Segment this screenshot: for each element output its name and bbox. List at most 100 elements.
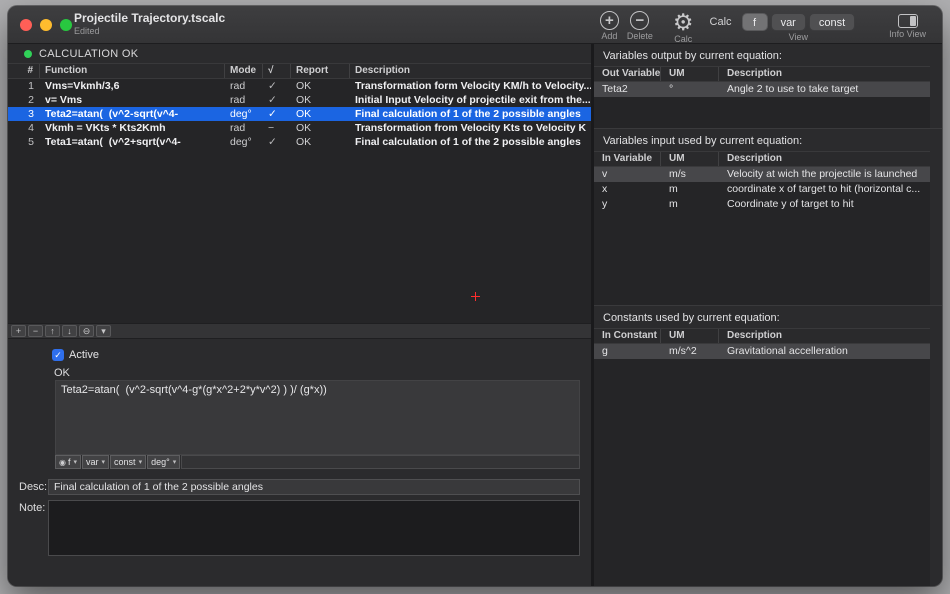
- function-row-num: 3: [28, 108, 34, 120]
- output-variables-section: Variables output by current equation: Ou…: [594, 44, 942, 128]
- const-dropdown[interactable]: const ▾: [110, 455, 147, 469]
- output-table-header: Out Variable UM Description: [594, 66, 930, 82]
- f-dropdown[interactable]: ◉ f ▾: [55, 455, 82, 469]
- active-checkbox[interactable]: ✓: [52, 349, 64, 361]
- function-row-report: OK: [296, 108, 312, 120]
- header-in-variable[interactable]: In Variable: [594, 152, 661, 166]
- function-row-formula: Teta1=atan( (v^2+sqrt(v^4-: [45, 136, 181, 148]
- variable-row[interactable]: v m/s Velocity at wich the projectile is l…: [594, 167, 930, 182]
- move-up-button[interactable]: ↑: [45, 325, 60, 337]
- variable-name: x: [602, 183, 608, 195]
- function-row-report: OK: [296, 94, 312, 106]
- window-title: Projectile Trajectory.tscalc: [74, 11, 226, 25]
- plus-circle-icon: +: [599, 11, 619, 30]
- window-edited-badge: Edited: [74, 26, 100, 36]
- header-num[interactable]: #: [8, 64, 40, 78]
- header-out-variable[interactable]: Out Variable: [594, 67, 661, 81]
- function-row-mode: deg°: [230, 108, 252, 120]
- info-view-label: Info View: [889, 29, 926, 39]
- input-section-title: Variables input used by current equation…: [603, 135, 803, 147]
- formula-input[interactable]: Teta2=atan( (v^2-sqrt(v^4-g*(g*x^2+2*y*v…: [55, 380, 580, 455]
- function-row[interactable]: 4 Vkmh = VKts * Kts2Kmh rad − OK Transformati…: [8, 121, 591, 135]
- active-checkbox-row: ✓ Active: [52, 349, 99, 361]
- function-table-header: # Function Mode √ Report Description: [8, 63, 591, 79]
- calc-button[interactable]: ⚙ Calc: [672, 8, 694, 45]
- variable-desc: coordinate x of target to hit (horizonta…: [727, 183, 921, 195]
- variable-row[interactable]: Teta2 ° Angle 2 to use to take target: [594, 82, 930, 97]
- var-dropdown[interactable]: var ▾: [82, 455, 110, 469]
- function-row[interactable]: 1 Vms=Vkmh/3,6 rad ✓ OK Transformation form V…: [8, 79, 591, 93]
- variable-um: m/s: [669, 168, 686, 180]
- segment-var[interactable]: var: [770, 13, 806, 31]
- more-options-button[interactable]: ▾: [96, 325, 111, 337]
- description-input[interactable]: Final calculation of 1 of the 2 possible…: [48, 479, 580, 495]
- function-row[interactable]: 5 Teta1=atan( (v^2+sqrt(v^4- deg° ✓ OK Final …: [8, 135, 591, 149]
- header-description[interactable]: Description: [719, 329, 930, 343]
- delete-button-label: Delete: [626, 31, 653, 41]
- header-um[interactable]: UM: [661, 67, 719, 81]
- segment-f[interactable]: f: [741, 13, 768, 31]
- add-button[interactable]: + Add: [599, 8, 619, 41]
- segment-const[interactable]: const: [808, 13, 856, 31]
- titlebar: Projectile Trajectory.tscalc Edited + Ad…: [8, 6, 942, 44]
- angle-mode-dropdown-label: deg°: [151, 457, 170, 467]
- function-row[interactable]: 2 v= Vms rad ✓ OK Initial Input Velocity of p…: [8, 93, 591, 107]
- function-row[interactable]: 3 Teta2=atan( (v^2-sqrt(v^4- deg° ✓ OK Final …: [8, 107, 591, 121]
- header-description[interactable]: Description: [350, 64, 591, 78]
- function-row-formula: v= Vms: [45, 94, 83, 106]
- variable-row[interactable]: x m coordinate x of target to hit (horizon…: [594, 182, 930, 197]
- calc-group-label: Calc: [709, 16, 732, 28]
- variable-um: m: [669, 198, 678, 210]
- constants-section-title: Constants used by current equation:: [603, 312, 780, 324]
- traffic-lights: [20, 19, 72, 31]
- header-in-constant[interactable]: In Constant: [594, 329, 661, 343]
- target-icon: ◉: [59, 457, 66, 467]
- status-ok-dot-icon: [24, 49, 32, 58]
- chevron-down-icon: ▾: [172, 459, 177, 466]
- remove-row-button[interactable]: −: [28, 325, 43, 337]
- info-view-button[interactable]: Info View: [889, 8, 926, 39]
- minimize-button[interactable]: [40, 19, 52, 31]
- equation-editor: ✓ Active OK Teta2=atan( (v^2-sqrt(v^4-g*…: [8, 339, 591, 586]
- equation-status-text: OK: [54, 367, 70, 379]
- note-input[interactable]: [48, 500, 580, 556]
- function-row-num: 5: [28, 136, 34, 148]
- zoom-button[interactable]: [60, 19, 72, 31]
- function-row-desc: Transformation from Velocity Kts to Velo…: [355, 122, 587, 134]
- function-row-mode: rad: [230, 80, 246, 92]
- function-row-report: OK: [296, 122, 312, 134]
- calculation-status-bar: CALCULATION OK: [8, 44, 591, 63]
- gear-icon: ⚙: [672, 9, 694, 35]
- function-row-mode: rad: [230, 122, 246, 134]
- header-report[interactable]: Report: [291, 64, 350, 78]
- header-description[interactable]: Description: [719, 152, 930, 166]
- input-table-body: v m/s Velocity at wich the projectile is l…: [594, 167, 930, 305]
- header-um[interactable]: UM: [661, 152, 719, 166]
- function-row-check: ✓: [268, 136, 277, 148]
- header-function[interactable]: Function: [40, 64, 225, 78]
- function-row-check: ✓: [268, 94, 277, 106]
- function-row-num: 4: [28, 122, 34, 134]
- delete-button[interactable]: − Delete: [627, 8, 653, 41]
- add-row-button[interactable]: +: [11, 325, 26, 337]
- calc-button-label: Calc: [674, 34, 693, 44]
- input-table-header: In Variable UM Description: [594, 151, 930, 167]
- function-row-check: −: [268, 122, 275, 134]
- header-check[interactable]: √: [263, 64, 291, 78]
- formula-toolbar: ◉ f ▾ var ▾ const ▾ deg° ▾: [55, 455, 580, 469]
- minus-circle-icon: −: [630, 11, 650, 30]
- variable-row[interactable]: y m Coordinate y of target to hit: [594, 197, 930, 212]
- var-dropdown-label: var: [86, 457, 99, 467]
- variable-um: m/s^2: [669, 345, 697, 357]
- variable-row[interactable]: g m/s^2 Gravitational accelleration: [594, 344, 930, 359]
- function-row-check: ✓: [268, 108, 277, 120]
- header-description[interactable]: Description: [719, 67, 930, 81]
- move-down-button[interactable]: ↓: [62, 325, 77, 337]
- variable-name: v: [602, 168, 608, 180]
- close-button[interactable]: [20, 19, 32, 31]
- angle-mode-dropdown[interactable]: deg° ▾: [147, 455, 181, 469]
- header-mode[interactable]: Mode: [225, 64, 263, 78]
- input-variables-section: Variables input used by current equation…: [594, 128, 942, 305]
- header-um[interactable]: UM: [661, 329, 719, 343]
- disable-row-button[interactable]: ⊖: [79, 325, 94, 337]
